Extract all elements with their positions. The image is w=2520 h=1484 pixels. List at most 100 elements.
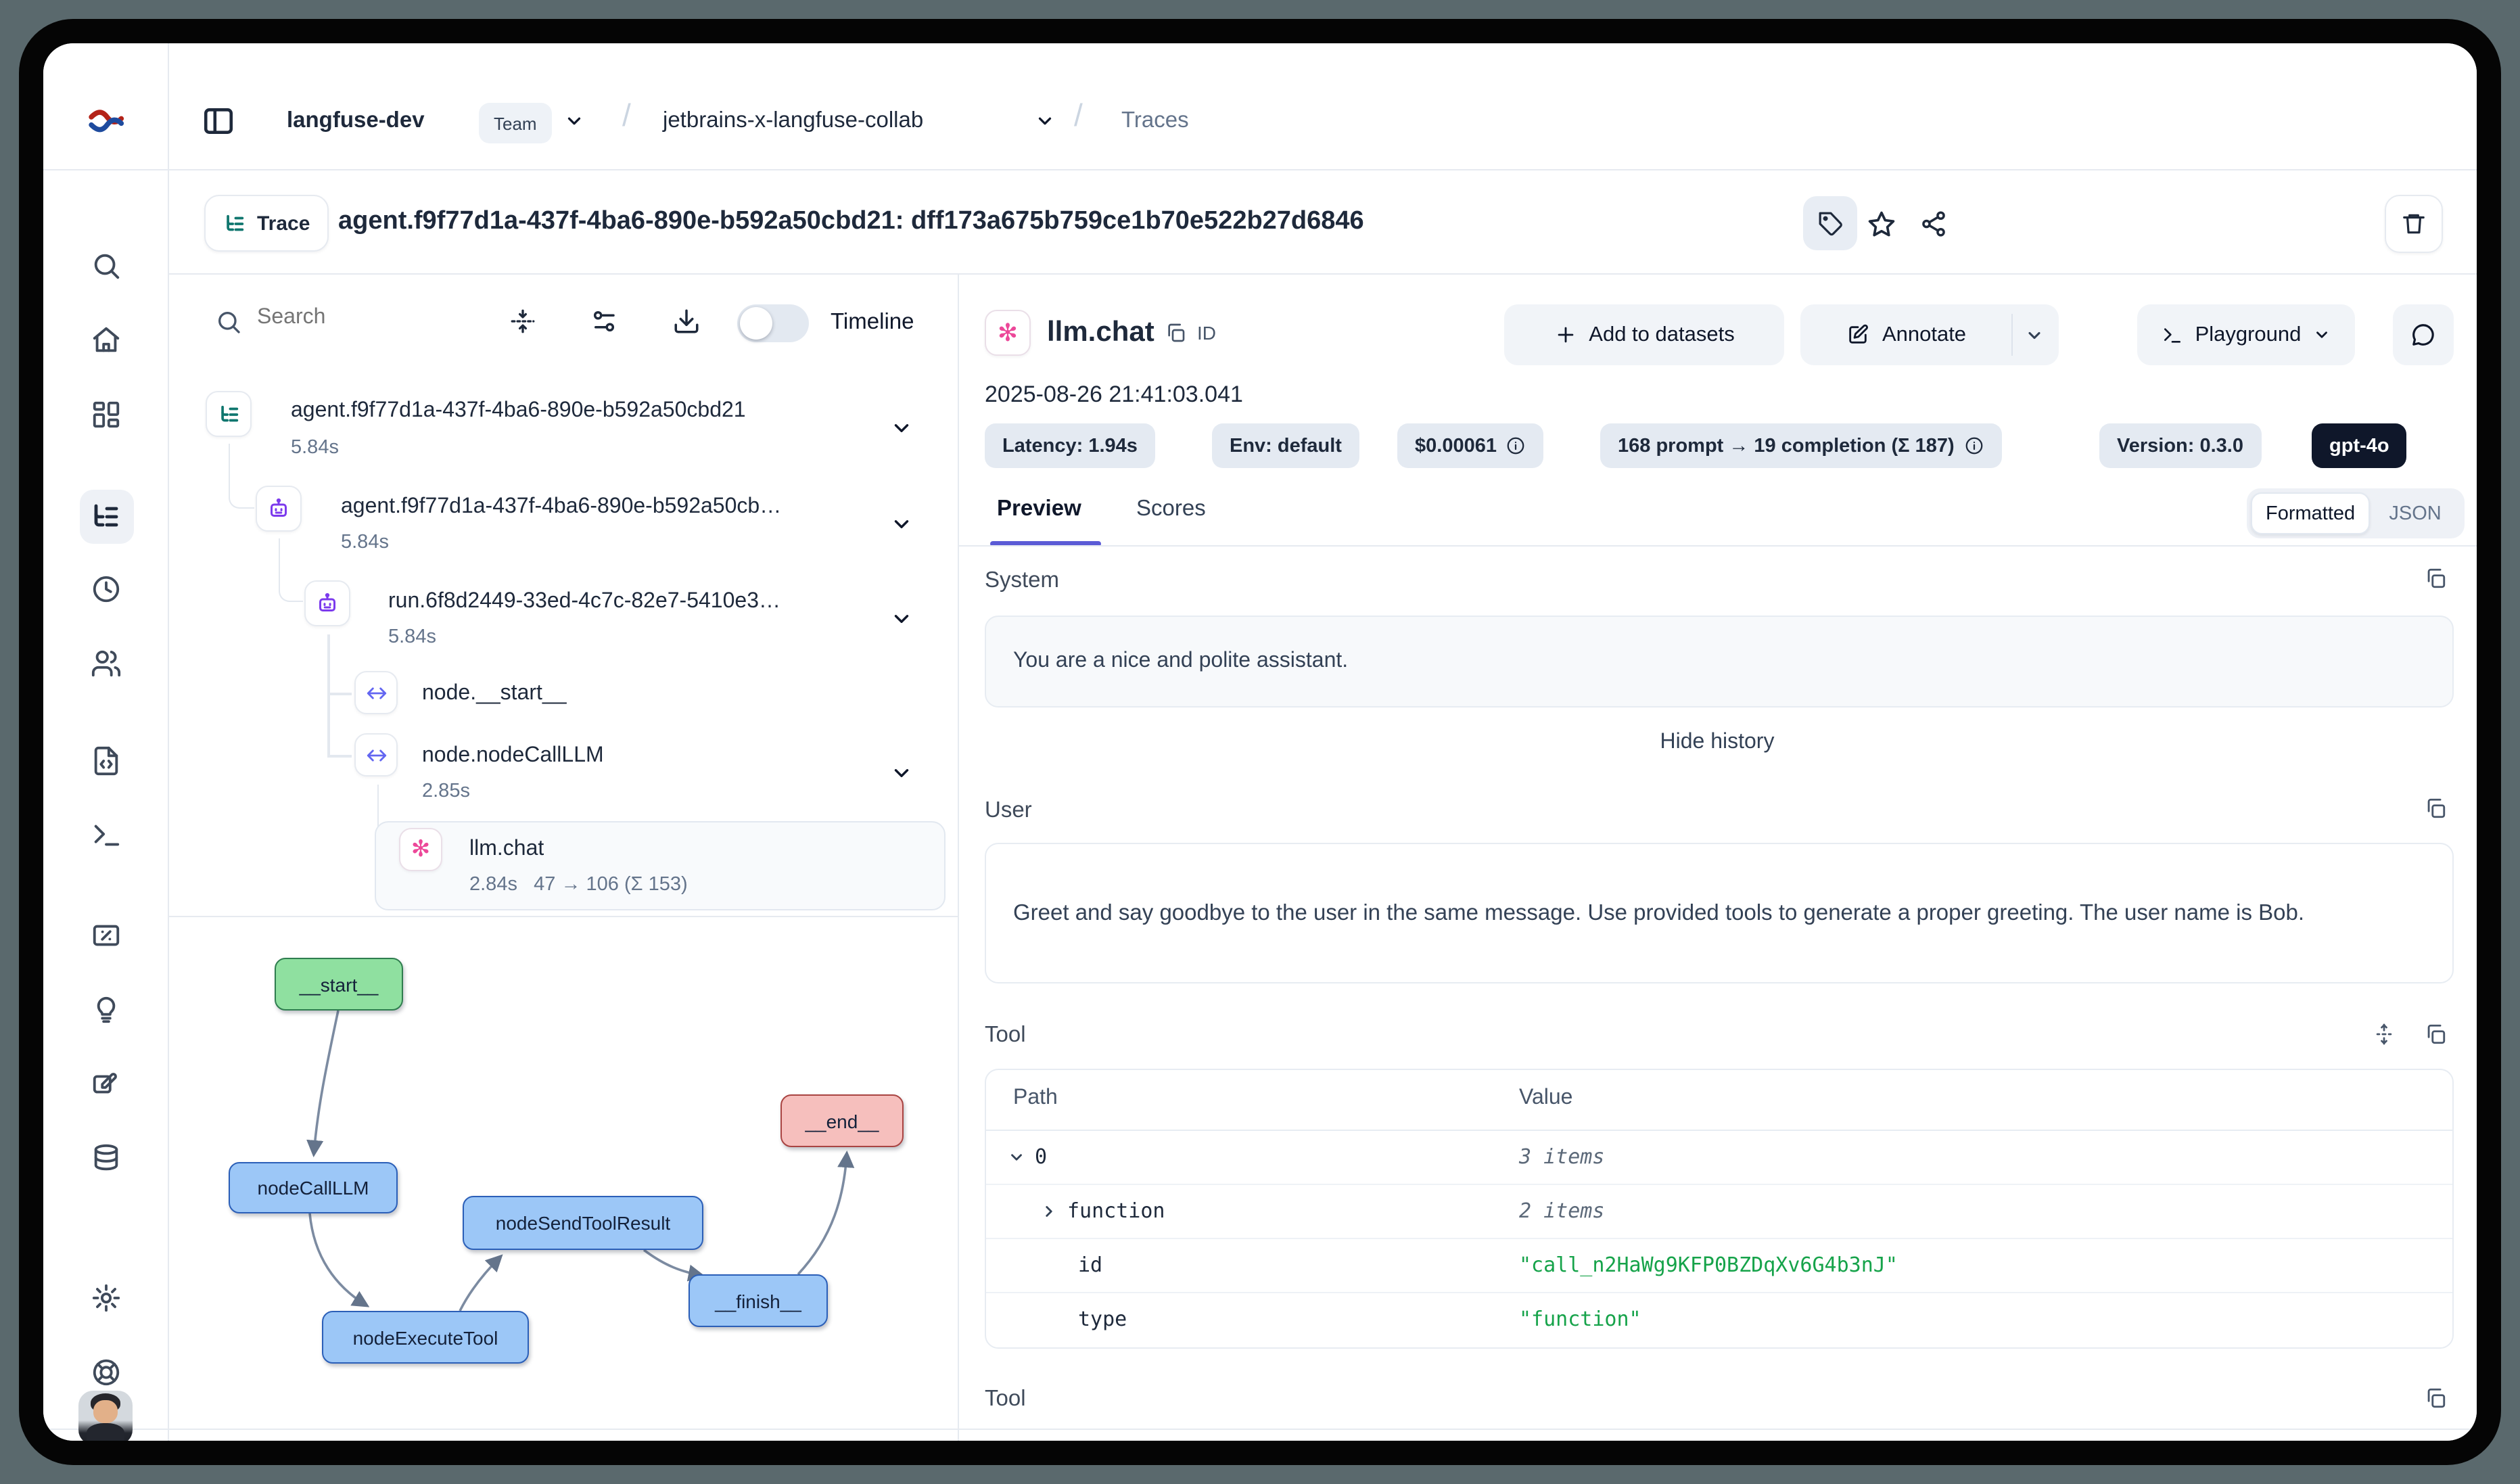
search-icon[interactable] [43,250,168,281]
tool2-copy-icon[interactable] [2424,1387,2447,1410]
model-badge[interactable]: gpt-4o [2312,423,2407,468]
share-icon[interactable] [1919,210,1948,238]
annotate-button[interactable]: Annotate [1800,304,2059,365]
annotate-dropdown-icon[interactable] [2025,326,2044,345]
timeline-toggle[interactable] [737,304,809,342]
table-row[interactable]: id "call_n2HaWg9KFP0BZDqXv6G4b3nJ" [986,1239,2452,1293]
tree-row-label[interactable]: run.6f8d2449-33ed-4c7c-82e7-5410e3… [388,590,780,614]
tool-json-table: Path Value 0 3 items function 2 items id… [985,1069,2454,1349]
prompts-file-code-icon[interactable] [43,745,168,776]
add-to-datasets-button[interactable]: Add to datasets [1504,304,1784,365]
project-chevron-icon[interactable] [1035,111,1055,131]
tree-row-label[interactable]: node.__start__ [422,682,567,706]
tool-copy-icon[interactable] [2424,1023,2447,1046]
graph-node-finish[interactable]: __finish__ [689,1274,828,1327]
run-robot-icon [304,580,350,626]
table-row[interactable]: function 2 items [986,1185,2452,1239]
row-collapse-icon[interactable] [1008,1149,1025,1166]
breadcrumb-org[interactable]: langfuse-dev [287,108,425,134]
tree-row-chevron-icon[interactable] [890,762,913,785]
hide-history-link[interactable]: Hide history [958,731,2477,755]
graph-node-start[interactable]: __start__ [275,958,403,1011]
tree-row-label[interactable]: node.nodeCallLLM [422,744,604,768]
view-toggle: Formatted JSON [2247,488,2465,538]
tracebar-divider [168,273,2477,275]
tree-search-input[interactable] [257,306,473,330]
comments-button[interactable] [2393,304,2454,365]
sparkle-glyph: ✻ [998,319,1018,347]
tag-icon[interactable] [1803,196,1857,250]
generation-tokens: 47 → 106 (Σ 153) [534,874,688,896]
tree-row-label[interactable]: agent.f9f77d1a-437f-4ba6-890e-b592a50cbd… [291,399,746,423]
trace-type-label: Trace [257,212,310,235]
graph-node-sendtoolresult[interactable]: nodeSendToolResult [463,1196,703,1250]
tab-preview[interactable]: Preview [997,496,1081,522]
sidebar-toggle-icon[interactable] [191,93,245,147]
system-copy-icon[interactable] [2424,567,2447,590]
id-label[interactable]: ID [1197,322,1216,344]
graph-node-executetool[interactable]: nodeExecuteTool [322,1311,529,1364]
tool-expand-icon[interactable] [2373,1023,2396,1046]
langfuse-app: langfuse-dev Team / jetbrains-x-langfuse… [43,43,2477,1441]
settings-gear-icon[interactable] [43,1282,168,1314]
table-row[interactable]: 0 3 items [986,1131,2452,1185]
tokens-badge[interactable]: 168 prompt → 19 completion (Σ 187) [1600,423,2002,468]
cost-badge[interactable]: $0.00061 [1397,423,1544,468]
tab-scores[interactable]: Scores [1136,496,1206,522]
home-icon[interactable] [43,325,168,356]
node-label: nodeCallLLM [258,1177,369,1199]
generation-duration: 2.84s [469,874,517,896]
copy-id-icon[interactable] [1165,322,1186,344]
tree-connector [327,693,352,695]
sparkle-glyph: ✻ [411,836,431,863]
graph-node-callllm[interactable]: nodeCallLLM [229,1162,398,1213]
graph-node-end[interactable]: __end__ [780,1094,904,1147]
tree-row-label[interactable]: agent.f9f77d1a-437f-4ba6-890e-b592a50cb… [341,495,781,519]
tree-row-chevron-icon[interactable] [890,607,913,630]
datasets-database-icon[interactable] [43,1143,168,1174]
download-icon[interactable] [672,307,701,335]
tree-row-label[interactable]: llm.chat [469,837,544,862]
panel-divider [958,273,959,1441]
info-icon [1506,436,1526,456]
collapse-all-icon[interactable] [509,307,537,335]
row-value: 2 items [1519,1199,1604,1223]
table-row[interactable]: type "function" [986,1293,2452,1347]
avatar[interactable] [78,1391,133,1445]
org-chevron-icon[interactable] [564,111,584,131]
playground-terminal-icon[interactable] [43,820,168,851]
insights-lightbulb-icon[interactable] [43,994,168,1025]
breadcrumb-project[interactable]: jetbrains-x-langfuse-collab [663,108,923,134]
detail-timestamp: 2025-08-26 21:41:03.041 [985,381,1243,409]
node-label: __end__ [805,1110,879,1132]
langfuse-logo-icon[interactable] [43,103,168,141]
row-expand-icon[interactable] [1040,1203,1058,1220]
evaluation-card-icon[interactable] [43,920,168,951]
users-icon[interactable] [43,648,168,679]
sessions-clock-icon[interactable] [43,574,168,605]
tree-row-selected[interactable] [375,821,946,910]
support-lifebuoy-icon[interactable] [43,1357,168,1388]
env-badge: Env: default [1212,423,1359,468]
user-copy-icon[interactable] [2424,797,2447,820]
view-json-button[interactable]: JSON [2370,503,2460,524]
annotation-clipboard-pen-icon[interactable] [43,1069,168,1100]
star-icon[interactable] [1867,210,1896,239]
tool2-section-label: Tool [985,1387,1026,1412]
playground-button[interactable]: Playground [2137,304,2355,365]
header-divider [43,169,2477,170]
tree-row-chevron-icon[interactable] [890,513,913,536]
tracing-icon[interactable] [43,501,168,533]
row-path: type [1078,1307,1127,1331]
view-formatted-button[interactable]: Formatted [2251,492,2370,534]
filter-settings-icon[interactable] [590,307,618,335]
trace-title: agent.f9f77d1a-437f-4ba6-890e-b592a50cbd… [338,207,1364,237]
tree-row-chevron-icon[interactable] [890,417,913,440]
trace-type-badge: Trace [204,195,329,252]
annotate-split-divider [2011,314,2013,356]
row-value: "call_n2HaWg9KFP0BZDqXv6G4b3nJ" [1519,1253,1898,1277]
add-to-datasets-label: Add to datasets [1589,323,1734,347]
breadcrumb-section[interactable]: Traces [1121,108,1189,134]
dashboard-icon[interactable] [43,399,168,430]
delete-trace-button[interactable] [2385,195,2443,253]
